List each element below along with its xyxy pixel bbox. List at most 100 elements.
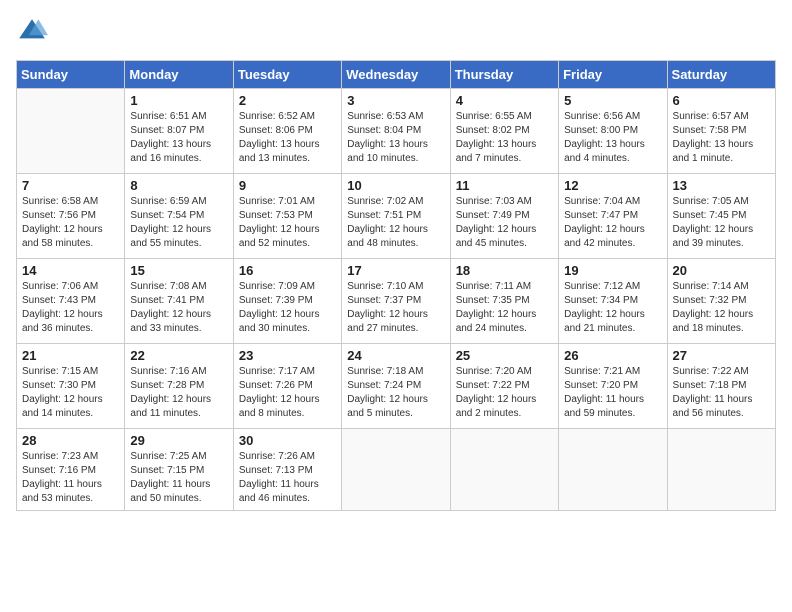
- day-info: Sunrise: 7:15 AM Sunset: 7:30 PM Dayligh…: [22, 365, 119, 421]
- day-info: Sunrise: 7:26 AM Sunset: 7:13 PM Dayligh…: [239, 450, 336, 506]
- day-number: 21: [22, 348, 119, 363]
- calendar-cell: 1 Sunrise: 6:51 AM Sunset: 8:07 PM Daylig…: [125, 89, 233, 174]
- day-number: 7: [22, 178, 119, 193]
- day-number: 11: [456, 178, 553, 193]
- day-info: Sunrise: 7:10 AM Sunset: 7:37 PM Dayligh…: [347, 280, 444, 336]
- calendar-cell: 22 Sunrise: 7:16 AM Sunset: 7:28 PM Dayli…: [125, 344, 233, 429]
- calendar-cell: 6 Sunrise: 6:57 AM Sunset: 7:58 PM Daylig…: [667, 89, 775, 174]
- day-number: 20: [673, 263, 770, 278]
- day-number: 10: [347, 178, 444, 193]
- day-info: Sunrise: 7:01 AM Sunset: 7:53 PM Dayligh…: [239, 195, 336, 251]
- day-info: Sunrise: 7:05 AM Sunset: 7:45 PM Dayligh…: [673, 195, 770, 251]
- day-number: 19: [564, 263, 661, 278]
- calendar-week-row: 7 Sunrise: 6:58 AM Sunset: 7:56 PM Daylig…: [17, 174, 776, 259]
- calendar-cell: 21 Sunrise: 7:15 AM Sunset: 7:30 PM Dayli…: [17, 344, 125, 429]
- day-number: 25: [456, 348, 553, 363]
- calendar-cell: 5 Sunrise: 6:56 AM Sunset: 8:00 PM Daylig…: [559, 89, 667, 174]
- calendar-cell: 8 Sunrise: 6:59 AM Sunset: 7:54 PM Daylig…: [125, 174, 233, 259]
- calendar-cell: 24Sunrise: 7:18 AM Sunset: 7:24 PM Dayli…: [342, 344, 450, 429]
- calendar-cell: 26 Sunrise: 7:21 AM Sunset: 7:20 PM Dayli…: [559, 344, 667, 429]
- calendar-header-saturday: Saturday: [667, 61, 775, 89]
- day-number: 27: [673, 348, 770, 363]
- day-info: Sunrise: 7:14 AM Sunset: 7:32 PM Dayligh…: [673, 280, 770, 336]
- calendar-cell: 12Sunrise: 7:04 AM Sunset: 7:47 PM Dayli…: [559, 174, 667, 259]
- calendar-cell: 9Sunrise: 7:01 AM Sunset: 7:53 PM Daylig…: [233, 174, 341, 259]
- day-number: 26: [564, 348, 661, 363]
- day-info: Sunrise: 7:17 AM Sunset: 7:26 PM Dayligh…: [239, 365, 336, 421]
- calendar-header-friday: Friday: [559, 61, 667, 89]
- day-number: 5: [564, 93, 661, 108]
- day-number: 16: [239, 263, 336, 278]
- calendar-cell: 30 Sunrise: 7:26 AM Sunset: 7:13 PM Dayli…: [233, 429, 341, 511]
- calendar-header-sunday: Sunday: [17, 61, 125, 89]
- day-number: 22: [130, 348, 227, 363]
- calendar-cell: 16 Sunrise: 7:09 AM Sunset: 7:39 PM Dayli…: [233, 259, 341, 344]
- day-number: 30: [239, 433, 336, 448]
- calendar-cell: 2 Sunrise: 6:52 AM Sunset: 8:06 PM Daylig…: [233, 89, 341, 174]
- calendar-header-wednesday: Wednesday: [342, 61, 450, 89]
- day-info: Sunrise: 6:52 AM Sunset: 8:06 PM Dayligh…: [239, 110, 336, 166]
- day-info: Sunrise: 6:53 AM Sunset: 8:04 PM Dayligh…: [347, 110, 444, 166]
- calendar-cell: 20 Sunrise: 7:14 AM Sunset: 7:32 PM Dayli…: [667, 259, 775, 344]
- day-number: 12: [564, 178, 661, 193]
- day-info: Sunrise: 7:16 AM Sunset: 7:28 PM Dayligh…: [130, 365, 227, 421]
- calendar-week-row: 14Sunrise: 7:06 AM Sunset: 7:43 PM Dayli…: [17, 259, 776, 344]
- day-info: Sunrise: 7:09 AM Sunset: 7:39 PM Dayligh…: [239, 280, 336, 336]
- calendar-cell: [450, 429, 558, 511]
- day-info: Sunrise: 7:12 AM Sunset: 7:34 PM Dayligh…: [564, 280, 661, 336]
- calendar-cell: 14Sunrise: 7:06 AM Sunset: 7:43 PM Dayli…: [17, 259, 125, 344]
- calendar-cell: 23 Sunrise: 7:17 AM Sunset: 7:26 PM Dayli…: [233, 344, 341, 429]
- day-info: Sunrise: 6:57 AM Sunset: 7:58 PM Dayligh…: [673, 110, 770, 166]
- day-number: 15: [130, 263, 227, 278]
- day-info: Sunrise: 6:59 AM Sunset: 7:54 PM Dayligh…: [130, 195, 227, 251]
- calendar-header-monday: Monday: [125, 61, 233, 89]
- calendar-week-row: 28 Sunrise: 7:23 AM Sunset: 7:16 PM Dayli…: [17, 429, 776, 511]
- calendar-cell: 28 Sunrise: 7:23 AM Sunset: 7:16 PM Dayli…: [17, 429, 125, 511]
- calendar-cell: 29 Sunrise: 7:25 AM Sunset: 7:15 PM Dayli…: [125, 429, 233, 511]
- day-info: Sunrise: 6:51 AM Sunset: 8:07 PM Dayligh…: [130, 110, 227, 166]
- day-number: 28: [22, 433, 119, 448]
- day-info: Sunrise: 7:23 AM Sunset: 7:16 PM Dayligh…: [22, 450, 119, 506]
- day-number: 4: [456, 93, 553, 108]
- calendar-cell: 18Sunrise: 7:11 AM Sunset: 7:35 PM Dayli…: [450, 259, 558, 344]
- day-number: 23: [239, 348, 336, 363]
- calendar-cell: 3Sunrise: 6:53 AM Sunset: 8:04 PM Daylig…: [342, 89, 450, 174]
- logo: [16, 16, 50, 48]
- calendar-cell: 27 Sunrise: 7:22 AM Sunset: 7:18 PM Dayli…: [667, 344, 775, 429]
- calendar-cell: [667, 429, 775, 511]
- calendar-cell: 15 Sunrise: 7:08 AM Sunset: 7:41 PM Dayli…: [125, 259, 233, 344]
- day-info: Sunrise: 6:56 AM Sunset: 8:00 PM Dayligh…: [564, 110, 661, 166]
- day-number: 2: [239, 93, 336, 108]
- day-info: Sunrise: 7:03 AM Sunset: 7:49 PM Dayligh…: [456, 195, 553, 251]
- day-info: Sunrise: 7:08 AM Sunset: 7:41 PM Dayligh…: [130, 280, 227, 336]
- calendar-cell: 19 Sunrise: 7:12 AM Sunset: 7:34 PM Dayli…: [559, 259, 667, 344]
- day-number: 18: [456, 263, 553, 278]
- page-header: [16, 16, 776, 48]
- calendar-week-row: 1 Sunrise: 6:51 AM Sunset: 8:07 PM Daylig…: [17, 89, 776, 174]
- calendar-cell: [342, 429, 450, 511]
- day-number: 17: [347, 263, 444, 278]
- day-number: 1: [130, 93, 227, 108]
- day-info: Sunrise: 6:58 AM Sunset: 7:56 PM Dayligh…: [22, 195, 119, 251]
- calendar-cell: [559, 429, 667, 511]
- calendar-cell: [17, 89, 125, 174]
- day-number: 13: [673, 178, 770, 193]
- calendar-cell: 25Sunrise: 7:20 AM Sunset: 7:22 PM Dayli…: [450, 344, 558, 429]
- calendar-cell: 10Sunrise: 7:02 AM Sunset: 7:51 PM Dayli…: [342, 174, 450, 259]
- logo-icon: [16, 16, 48, 48]
- calendar-header-tuesday: Tuesday: [233, 61, 341, 89]
- calendar-header-row: SundayMondayTuesdayWednesdayThursdayFrid…: [17, 61, 776, 89]
- day-info: Sunrise: 7:22 AM Sunset: 7:18 PM Dayligh…: [673, 365, 770, 421]
- day-info: Sunrise: 7:25 AM Sunset: 7:15 PM Dayligh…: [130, 450, 227, 506]
- calendar-week-row: 21 Sunrise: 7:15 AM Sunset: 7:30 PM Dayli…: [17, 344, 776, 429]
- day-info: Sunrise: 7:21 AM Sunset: 7:20 PM Dayligh…: [564, 365, 661, 421]
- calendar-cell: 7 Sunrise: 6:58 AM Sunset: 7:56 PM Daylig…: [17, 174, 125, 259]
- day-number: 8: [130, 178, 227, 193]
- day-info: Sunrise: 7:06 AM Sunset: 7:43 PM Dayligh…: [22, 280, 119, 336]
- day-number: 24: [347, 348, 444, 363]
- day-number: 29: [130, 433, 227, 448]
- day-info: Sunrise: 6:55 AM Sunset: 8:02 PM Dayligh…: [456, 110, 553, 166]
- day-number: 6: [673, 93, 770, 108]
- calendar-header-thursday: Thursday: [450, 61, 558, 89]
- calendar-cell: 17 Sunrise: 7:10 AM Sunset: 7:37 PM Dayli…: [342, 259, 450, 344]
